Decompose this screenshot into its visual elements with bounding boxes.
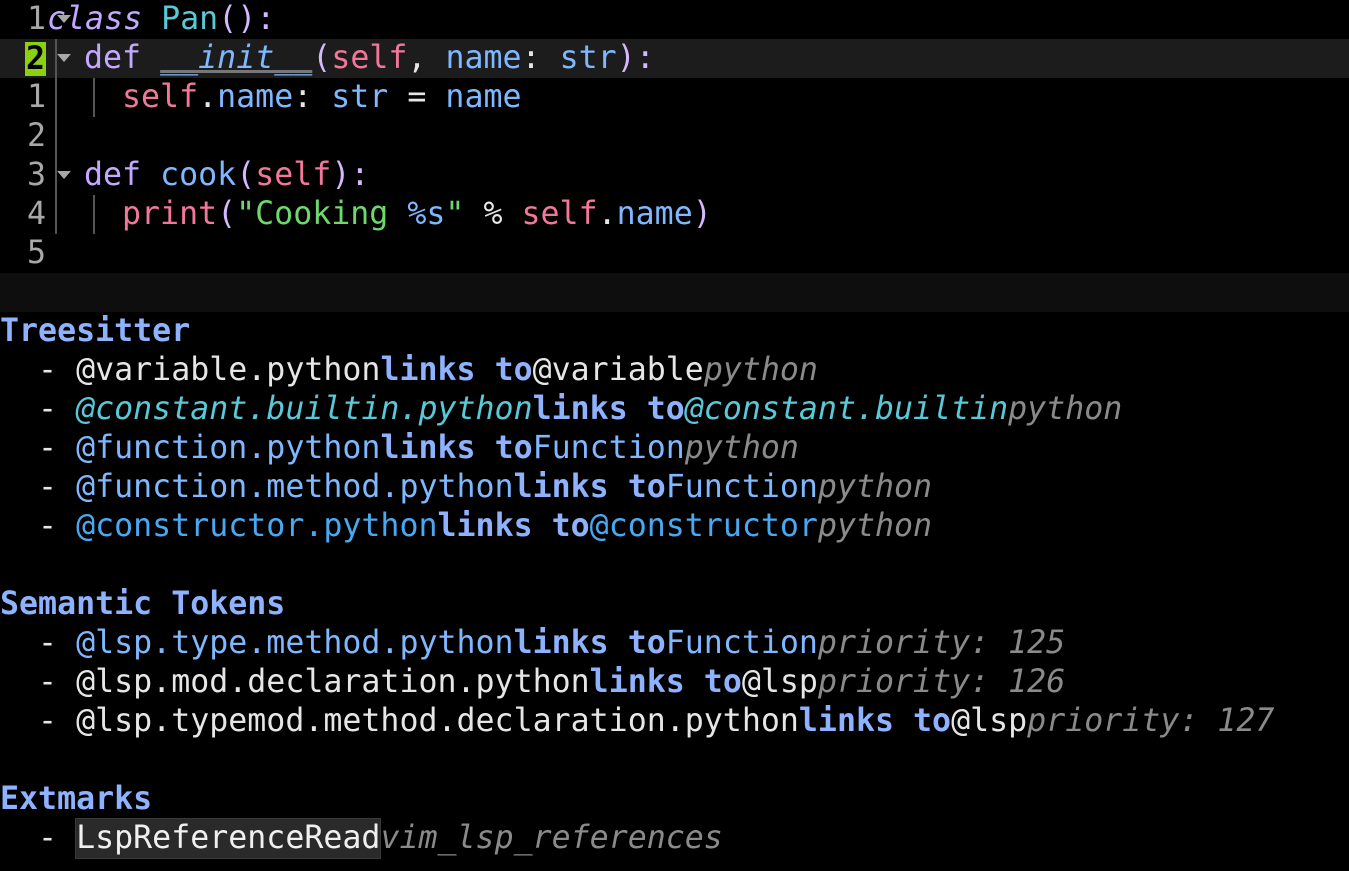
capture-name: @function.python [76, 430, 381, 466]
list-item[interactable]: - @lsp.mod.declaration.python links to @… [0, 663, 1349, 702]
code-text: print("Cooking %s" % self.name) [47, 195, 1349, 234]
code-line[interactable]: 1 self.name: str = name [0, 78, 1349, 117]
indent-guide [93, 78, 95, 117]
window-separator [0, 273, 1349, 312]
capture-name: @constant.builtin.python [76, 391, 533, 427]
section-header-treesitter: Treesitter [0, 313, 191, 349]
code-line[interactable]: 3 def cook(self): [0, 156, 1349, 195]
link-target: @constant.builtin [684, 391, 1009, 427]
list-item[interactable]: - @function.method.python links to Funct… [0, 468, 1349, 507]
list-item[interactable]: - @constructor.python links to @construc… [0, 507, 1349, 546]
capture-name: @variable.python [76, 352, 381, 388]
line-number: 5 [26, 235, 46, 271]
code-line[interactable]: 5 [0, 234, 1349, 273]
list-item[interactable]: - @lsp.typemod.method.declaration.python… [0, 702, 1349, 741]
link-target: Function [665, 469, 818, 505]
editor-buffer[interactable]: 1 class Pan(): 2 def __init__(self, name… [0, 0, 1349, 273]
list-item[interactable]: - @function.python links to Function pyt… [0, 429, 1349, 468]
indent-guide [55, 195, 57, 234]
code-line[interactable]: 4 print("Cooking %s" % self.name) [0, 195, 1349, 234]
code-text: self.name: str = name [47, 78, 1349, 117]
line-number: 1 [26, 79, 46, 115]
line-number: 3 [26, 157, 46, 193]
capture-name: @function.method.python [76, 469, 514, 505]
class-name: Pan [161, 1, 219, 37]
namespace: vim_lsp_references [380, 820, 723, 856]
capture-name: @lsp.mod.declaration.python [76, 664, 590, 700]
line-number: 1 [26, 1, 46, 37]
link-target: @constructor [589, 508, 818, 544]
code-line-current[interactable]: 2 def __init__(self, name: str): [0, 39, 1349, 78]
list-item[interactable]: - @variable.python links to @variable py… [0, 351, 1349, 390]
link-target: @lsp [741, 664, 818, 700]
indent-guide [55, 117, 57, 156]
highlight-group: LspReferenceRead [75, 818, 382, 859]
code-text: class Pan(): [47, 0, 1349, 39]
line-number-current: 2 [24, 40, 46, 77]
section-header-semantic-tokens: Semantic Tokens [0, 586, 286, 622]
indent-guide [55, 78, 57, 117]
link-target: Function [532, 430, 685, 466]
keyword: class [47, 1, 143, 37]
list-item[interactable]: - @lsp.type.method.python links to Funct… [0, 624, 1349, 663]
capture-name: @lsp.typemod.method.declaration.python [76, 703, 799, 739]
link-target: Function [665, 625, 818, 661]
indent-guide [93, 195, 95, 234]
link-target: @lsp [951, 703, 1028, 739]
keyword: def [84, 40, 142, 76]
capture-name: @constructor.python [76, 508, 438, 544]
inspect-panel[interactable]: Treesitter - @variable.python links to @… [0, 312, 1349, 859]
section-header-extmarks: Extmarks [0, 781, 153, 817]
code-text: def cook(self): [47, 156, 1349, 195]
indent-guide [55, 39, 57, 78]
code-line[interactable]: 2 [0, 117, 1349, 156]
function-name: __init__ [160, 40, 313, 76]
line-number: 4 [26, 196, 46, 232]
punctuation: (): [218, 1, 276, 37]
code-line[interactable]: 1 class Pan(): [0, 0, 1349, 39]
list-item[interactable]: - @constant.builtin.python links to @con… [0, 390, 1349, 429]
link-target: @variable [532, 352, 704, 388]
code-text: def __init__(self, name: str): [47, 39, 1349, 78]
indent-guide [55, 156, 57, 195]
line-number: 2 [26, 118, 46, 154]
capture-name: @lsp.type.method.python [76, 625, 514, 661]
list-item[interactable]: - LspReferenceRead vim_lsp_references [0, 818, 1349, 859]
